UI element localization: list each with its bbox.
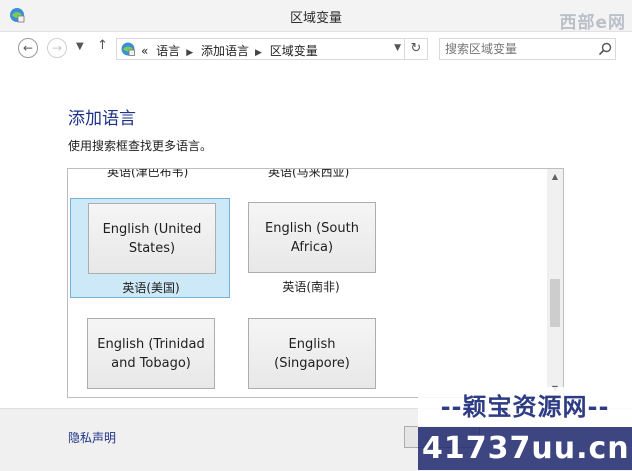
address-bar[interactable]: « 语言 ▶ 添加语言 ▶ 区域变量 ▼ ↻ <box>116 38 428 60</box>
language-label: 英语(美国) <box>122 281 180 295</box>
watermark-line-2: 41737uu.cn <box>418 427 632 470</box>
language-tile-en-za[interactable]: English (South Africa) 英语(南非) <box>231 198 391 298</box>
language-tile-en-us[interactable]: English (United States) 英语(美国) <box>70 198 230 298</box>
chevron-right-icon[interactable]: ▶ <box>255 48 262 58</box>
breadcrumb: « 语言 ▶ 添加语言 ▶ 区域变量 <box>141 42 322 59</box>
navigation-bar: ← → ▼ ↑ « 语言 ▶ 添加语言 ▶ 区域变量 ▼ ↻ <box>0 32 632 66</box>
watermark-line-1: --颖宝资源网-- <box>418 387 632 427</box>
language-tile-en-sg[interactable]: English (Singapore) <box>231 314 391 397</box>
language-button[interactable]: English (United States) <box>88 203 216 274</box>
language-tile-en-tt[interactable]: English (Trinidad and Tobago) <box>70 314 230 397</box>
back-button[interactable]: ← <box>18 38 38 58</box>
search-input[interactable] <box>439 38 616 60</box>
scroll-up-icon[interactable]: ▲ <box>547 169 563 185</box>
language-list[interactable]: 英语(津巴布韦) 英语(马来西亚) English (United States… <box>67 168 564 398</box>
language-button[interactable]: English (Trinidad and Tobago) <box>87 318 215 389</box>
forward-button[interactable]: → <box>47 38 67 58</box>
address-dropdown-icon[interactable]: ▼ <box>394 43 401 53</box>
privacy-link[interactable]: 隐私声明 <box>68 429 116 446</box>
breadcrumb-overflow[interactable]: « <box>141 44 148 58</box>
instruction-text: 使用搜索框查找更多语言。 <box>68 139 213 153</box>
window-title: 区域变量 <box>289 11 342 26</box>
up-button[interactable]: ↑ <box>97 38 108 53</box>
breadcrumb-item-locale[interactable]: 区域变量 <box>270 44 318 58</box>
search-icon[interactable] <box>598 42 612 56</box>
breadcrumb-item-language[interactable]: 语言 <box>156 44 180 58</box>
recent-locations-chevron-icon[interactable]: ▼ <box>76 41 84 52</box>
list-item-label: 英语(马来西亚) <box>268 168 350 179</box>
page-title: 添加语言 <box>68 109 136 129</box>
list-item-label: 英语(津巴布韦) <box>107 168 189 179</box>
breadcrumb-item-add-language[interactable]: 添加语言 <box>201 44 249 58</box>
refresh-icon[interactable]: ↻ <box>404 39 427 59</box>
language-button[interactable]: English (South Africa) <box>248 202 376 273</box>
control-panel-icon <box>121 42 135 56</box>
title-bar: 区域变量 西部e网 <box>0 0 632 33</box>
language-button[interactable]: English (Singapore) <box>248 318 376 389</box>
watermark-overlay: --颖宝资源网-- 41737uu.cn <box>418 387 632 470</box>
language-label: 英语(南非) <box>282 280 340 294</box>
vertical-scrollbar[interactable]: ▲ ▼ <box>547 169 563 397</box>
watermark-top: 西部e网 <box>559 13 626 33</box>
chevron-right-icon[interactable]: ▶ <box>186 48 193 58</box>
scroll-thumb[interactable] <box>550 279 560 327</box>
